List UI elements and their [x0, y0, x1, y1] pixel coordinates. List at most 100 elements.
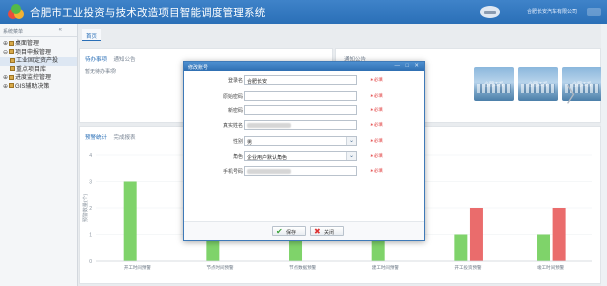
login-name-label: 登录名 [227, 78, 243, 84]
close-icon: ✖ [314, 227, 321, 236]
tab-strip: 首页 [79, 29, 607, 41]
x-tick-label: 节点时间预警 [207, 264, 234, 271]
y-tick-label: 3 [89, 179, 92, 185]
role-select[interactable]: 企业用户默认角色 ⌄ [244, 151, 357, 161]
new-password-input[interactable] [244, 105, 357, 115]
chevron-down-icon[interactable]: ⌄ [346, 152, 356, 160]
sidebar: 系统菜单 « ⊕ 桌面管理 ⊖ 项目申报管理 工业固定资产投 重点项目库 ⊕ 进度监控… [0, 24, 78, 286]
sidebar-item-desktop[interactable]: ⊕ 桌面管理 [0, 40, 77, 49]
new-password-label: 新密码 [227, 108, 243, 114]
sidebar-collapse-icon[interactable]: « [59, 27, 62, 33]
y-tick-label: 1 [89, 232, 92, 238]
sidebar-item-label: 工业固定资产投 [16, 58, 59, 64]
app-header: 合肥市工业投资与技术改造项目智能调度管理系统 合肥长安汽车有限公司 [0, 0, 607, 24]
next-arrow-icon[interactable]: 〉 [566, 79, 586, 108]
form-row-gender: 性别 男 ⌄ ∗必填 [184, 136, 426, 146]
role-label: 角色 [232, 154, 243, 160]
window-controls-icon[interactable]: — □ ✕ [395, 63, 422, 69]
form-row-role: 角色 企业用户默认角色 ⌄ ∗必填 [184, 151, 426, 161]
folder-icon [9, 74, 14, 80]
edit-account-dialog: 修改账号 — □ ✕ 登录名 合肥长安 ∗必填 原始密码 ∗必填 新密码 ∗必填… [183, 61, 425, 241]
company-name[interactable]: 合肥长安汽车有限公司 [527, 8, 577, 15]
form-row-phone: 手机号码 ∗必填 [184, 166, 426, 176]
required-hint: ∗必填 [370, 138, 383, 143]
dialog-titlebar[interactable]: 修改账号 — □ ✕ [184, 62, 424, 71]
real-name-input[interactable] [244, 120, 357, 130]
x-tick-label: 建工时间预警 [372, 264, 399, 271]
header-menu-button[interactable] [587, 8, 601, 16]
required-hint: ∗必填 [370, 168, 383, 173]
x-tick-label: 竣工时间预警 [537, 264, 564, 271]
close-button-label: 关闭 [324, 230, 335, 236]
bar [123, 181, 137, 261]
bar [552, 208, 566, 261]
sidebar-item-label: GIS辅助决策 [15, 83, 50, 90]
tab-notices[interactable]: 通知公告 [114, 57, 136, 63]
tab-todo[interactable]: 待办事项 [85, 57, 107, 63]
sidebar-item-key-projects[interactable]: 重点项目库 [0, 66, 77, 75]
close-button[interactable]: ✖ 关闭 [310, 226, 344, 236]
gender-value: 男 [247, 140, 253, 146]
todo-empty-text: 暂无待办事项! [85, 69, 117, 75]
app-title: 合肥市工业投资与技术改造项目智能调度管理系统 [30, 7, 266, 19]
real-name-label: 真实姓名 [222, 123, 243, 129]
required-hint: ∗必填 [370, 153, 383, 158]
old-password-input[interactable] [244, 91, 357, 101]
logo-icon [8, 4, 24, 19]
old-password-label: 原始密码 [222, 94, 243, 100]
dialog-footer: ✔ 保存 ✖ 关闭 [184, 221, 424, 240]
required-hint: ∗必填 [370, 122, 383, 127]
x-tick-label: 开工投资预警 [455, 264, 482, 271]
sidebar-item-label: 桌面管理 [15, 41, 40, 47]
gender-select[interactable]: 男 ⌄ [244, 136, 357, 146]
x-tick-label: 节点数据预警 [289, 264, 316, 271]
sidebar-item-label: 重点项目库 [16, 66, 47, 73]
bar [454, 234, 468, 261]
company-car-icon [480, 6, 500, 18]
gender-label: 性别 [232, 139, 243, 145]
sidebar-header: 系统菜单 « [0, 24, 77, 37]
bar [469, 208, 483, 261]
bar [537, 234, 551, 261]
form-row-login: 登录名 合肥长安 ∗必填 [184, 75, 426, 85]
sidebar-item-gis[interactable]: ⊕ GIS辅助决策 [0, 83, 77, 92]
folder-icon [10, 66, 15, 71]
x-tick-label: 开工时间预警 [124, 264, 151, 271]
folder-icon [10, 57, 15, 63]
folder-icon [9, 40, 14, 46]
folder-icon [9, 83, 14, 88]
role-value: 企业用户默认角色 [247, 155, 288, 161]
sidebar-item-label: 项目申报管理 [15, 49, 52, 56]
sidebar-item-project-declare[interactable]: ⊖ 项目申报管理 [0, 49, 77, 58]
sidebar-item-label: 进度监控管理 [15, 75, 52, 81]
thumbnail-label: 合肥工投 [527, 82, 548, 88]
y-tick-label: 4 [89, 153, 92, 159]
required-hint: ∗必填 [370, 107, 383, 112]
todo-panel-tabs: 待办事项 通知公告 [85, 55, 141, 63]
sidebar-item-progress-monitor[interactable]: ⊕ 进度监控管理 [0, 74, 77, 83]
chevron-down-icon[interactable]: ⌄ [346, 137, 356, 145]
phone-input[interactable] [244, 166, 357, 176]
dialog-title: 修改账号 [188, 65, 209, 71]
login-name-input[interactable]: 合肥长安 [244, 75, 357, 85]
folder-icon [9, 49, 14, 54]
y-tick-label: 2 [89, 206, 92, 212]
y-axis-label: 预警数量(个) [82, 194, 89, 223]
notice-thumbnail[interactable]: 合肥工投 [518, 67, 558, 101]
save-button[interactable]: ✔ 保存 [272, 226, 306, 236]
sidebar-title: 系统菜单 [3, 29, 24, 35]
phone-label: 手机号码 [222, 169, 243, 175]
sidebar-item-industrial-assets[interactable]: 工业固定资产投 [0, 57, 77, 66]
form-row-real-name: 真实姓名 ∗必填 [184, 120, 426, 130]
check-icon: ✔ [276, 227, 283, 236]
y-tick-label: 0 [89, 259, 92, 265]
thumbnail-label: 合肥工投 [483, 82, 504, 88]
required-hint: ∗必填 [370, 77, 383, 82]
form-row-old-password: 原始密码 ∗必填 [184, 91, 426, 101]
save-button-label: 保存 [286, 230, 297, 236]
page-scrollbar[interactable] [601, 24, 607, 286]
tab-home[interactable]: 首页 [82, 29, 102, 41]
required-hint: ∗必填 [370, 93, 383, 98]
notice-thumbnail[interactable]: 合肥工投 [474, 67, 514, 101]
menu-tree: ⊕ 桌面管理 ⊖ 项目申报管理 工业固定资产投 重点项目库 ⊕ 进度监控管理 ⊕ GIS… [0, 37, 77, 91]
